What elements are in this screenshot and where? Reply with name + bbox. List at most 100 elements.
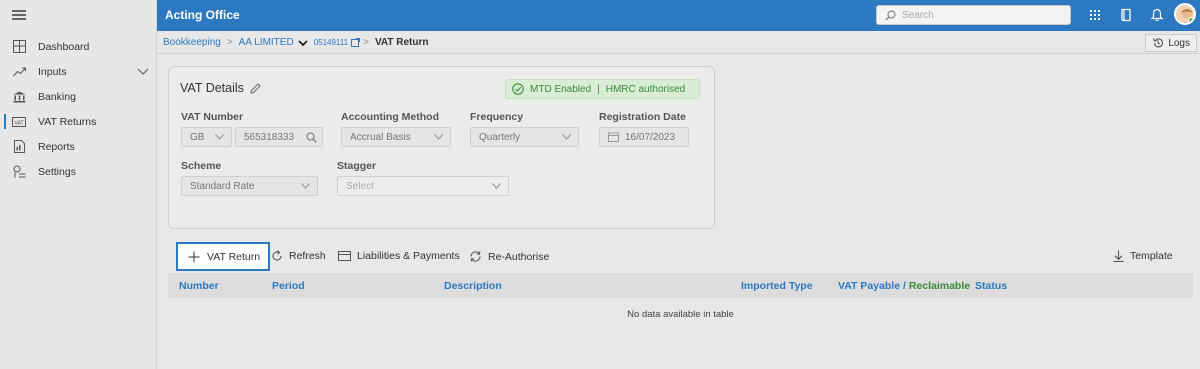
accounting-method-value: Accrual Basis [350, 131, 411, 143]
calendar-icon [608, 132, 619, 142]
bank-icon [12, 90, 26, 104]
avatar[interactable] [1174, 3, 1196, 25]
registration-date-value: 16/07/2023 [625, 131, 676, 143]
vat-icon: VAT [12, 115, 26, 129]
chevron-down-icon [215, 134, 224, 140]
breadcrumb-bookkeeping[interactable]: Bookkeeping [163, 37, 221, 48]
liabilities-payments-label: Liabilities & Payments [357, 250, 460, 262]
add-vat-return-button[interactable]: VAT Return [176, 242, 270, 271]
check-circle-icon [512, 83, 524, 95]
vat-country-select[interactable]: GB [181, 127, 232, 147]
history-icon [1153, 38, 1164, 48]
search-input[interactable]: Search [876, 5, 1071, 25]
logs-label: Logs [1168, 37, 1190, 49]
sidebar-item-settings[interactable]: Settings [0, 159, 157, 184]
sidebar-item-label: Settings [38, 165, 76, 178]
column-status[interactable]: Status [975, 280, 1007, 292]
column-reclaimable: Reclaimable [908, 279, 971, 292]
menu-icon[interactable] [12, 10, 26, 20]
sidebar-nav: Dashboard Inputs Banking VAT VAT Returns [0, 34, 157, 184]
breadcrumb-client-code: 05149111 [313, 38, 349, 47]
refresh-label: Refresh [289, 250, 326, 262]
sidebar-item-dashboard[interactable]: Dashboard [0, 34, 157, 59]
sidebar-item-label: Inputs [38, 65, 67, 78]
accounting-method-label: Accounting Method [341, 111, 439, 123]
registration-date-label: Registration Date [599, 111, 686, 123]
sidebar-item-label: Reports [38, 140, 75, 153]
header-divider [157, 53, 1200, 54]
breadcrumb-separator-icon: > [226, 37, 233, 48]
chevron-down-icon [301, 183, 310, 189]
column-description[interactable]: Description [444, 280, 502, 292]
scheme-select[interactable]: Standard Rate [181, 176, 318, 196]
sidebar-item-vat-returns[interactable]: VAT VAT Returns [0, 109, 157, 134]
chevron-down-icon[interactable] [137, 66, 149, 76]
registration-date-input[interactable]: 16/07/2023 [599, 127, 689, 147]
chevron-down-icon [434, 134, 443, 140]
sidebar: Dashboard Inputs Banking VAT VAT Returns [0, 0, 157, 369]
online-status-icon [1188, 17, 1194, 23]
reauthorise-button[interactable]: Re-Authorise [469, 250, 549, 263]
vat-number-value: 565318333 [244, 131, 295, 143]
table-empty-message: No data available in table [627, 309, 734, 320]
reports-icon [12, 140, 26, 154]
sidebar-item-label: VAT Returns [38, 115, 97, 128]
vat-details-card: VAT Details MTD Enabled | HMRC authorise… [168, 66, 715, 229]
sidebar-item-label: Dashboard [38, 40, 90, 53]
template-download-button[interactable]: Template [1113, 250, 1173, 262]
logs-button[interactable]: Logs [1145, 34, 1197, 52]
sidebar-item-reports[interactable]: Reports [0, 134, 157, 159]
breadcrumb-current: VAT Return [374, 37, 429, 48]
chevron-down-icon [562, 134, 571, 140]
search-icon [885, 9, 896, 21]
refresh-button[interactable]: Refresh [271, 250, 326, 262]
chevron-down-icon[interactable] [298, 39, 308, 47]
bell-icon[interactable] [1150, 8, 1164, 22]
add-vat-return-label: VAT Return [207, 250, 261, 263]
vat-returns-table-header: Number Period Description Imported Type … [168, 273, 1193, 298]
refresh-icon [272, 250, 282, 261]
chevron-down-icon [492, 183, 501, 189]
dashboard-icon [12, 40, 26, 54]
scheme-label: Scheme [181, 160, 222, 172]
reauthorise-label: Re-Authorise [488, 250, 550, 263]
vat-details-title-text: VAT Details [180, 81, 244, 95]
column-vat-payable: VAT Payable / [838, 279, 906, 292]
inputs-icon [12, 65, 26, 79]
vat-country-value: GB [190, 131, 205, 143]
column-period[interactable]: Period [272, 280, 305, 292]
frequency-select[interactable]: Quarterly [470, 127, 579, 147]
liabilities-payments-button[interactable]: Liabilities & Payments [338, 250, 460, 262]
sidebar-item-inputs[interactable]: Inputs [0, 59, 157, 84]
vat-details-title: VAT Details [180, 81, 261, 95]
vat-number-label: VAT Number [181, 111, 244, 123]
download-icon [1113, 250, 1124, 262]
app-title: Acting Office [165, 8, 240, 22]
frequency-value: Quarterly [479, 131, 521, 143]
mtd-status-badge: MTD Enabled | HMRC authorised [505, 79, 700, 99]
sidebar-item-label: Banking [38, 90, 76, 103]
breadcrumb-client[interactable]: AA LIMITED [239, 37, 294, 48]
breadcrumb-separator-icon: > [363, 37, 369, 48]
sidebar-item-banking[interactable]: Banking [0, 84, 157, 109]
apps-grid-icon[interactable] [1088, 8, 1102, 22]
svg-text:VAT: VAT [14, 120, 24, 126]
external-link-icon[interactable] [351, 38, 361, 47]
hmrc-status-text: HMRC authorised [605, 83, 686, 95]
search-icon[interactable] [306, 132, 317, 143]
template-label: Template [1130, 250, 1173, 262]
column-number[interactable]: Number [179, 280, 219, 292]
mtd-status-text: MTD Enabled [530, 83, 592, 95]
scheme-value: Standard Rate [190, 180, 255, 192]
vat-number-input[interactable]: 565318333 [235, 127, 323, 147]
stagger-select[interactable]: Select [337, 176, 509, 196]
column-imported-type[interactable]: Imported Type [741, 280, 813, 292]
search-placeholder: Search [902, 9, 934, 21]
edit-pencil-icon[interactable] [250, 82, 261, 94]
book-icon[interactable] [1119, 8, 1133, 22]
column-vat-payable-reclaimable[interactable]: VAT Payable / Reclaimable [838, 280, 970, 292]
accounting-method-select[interactable]: Accrual Basis [341, 127, 451, 147]
plus-icon [188, 251, 200, 262]
card-icon [338, 251, 351, 261]
settings-icon [12, 165, 26, 179]
